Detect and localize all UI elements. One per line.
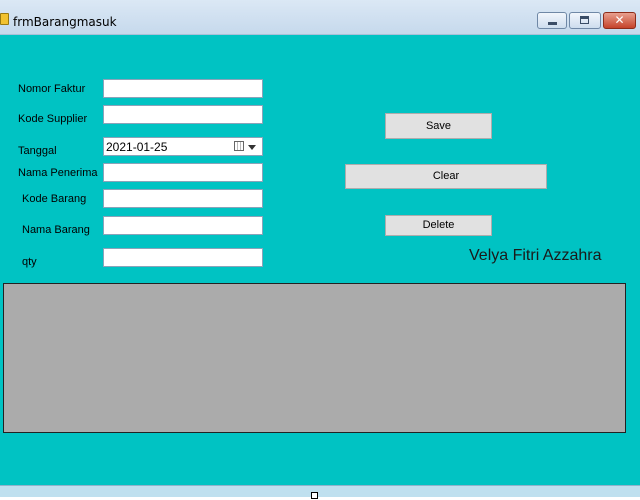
chevron-down-icon[interactable] (248, 145, 256, 150)
label-kode-supplier: Kode Supplier (18, 113, 88, 125)
minimize-icon (548, 22, 557, 25)
resize-handle-icon[interactable] (311, 492, 318, 499)
label-kode-barang: Kode Barang (22, 193, 87, 205)
nama-barang-input[interactable] (103, 216, 263, 235)
save-button[interactable]: Save (385, 113, 492, 139)
app-window: frmBarangmasuk ✕ Nomor Faktur Kode Suppl… (0, 0, 640, 497)
label-nama-barang: Nama Barang (22, 224, 90, 236)
nama-penerima-input[interactable] (103, 163, 263, 182)
label-qty: qty (22, 256, 37, 268)
delete-button[interactable]: Delete (385, 215, 492, 236)
form-client-area: Nomor Faktur Kode Supplier Tanggal 2021-… (0, 35, 640, 485)
label-tanggal: Tanggal (18, 145, 57, 157)
title-bar[interactable]: frmBarangmasuk ✕ (0, 0, 640, 35)
label-nama-penerima: Nama Penerima (18, 167, 98, 179)
qty-input[interactable] (103, 248, 263, 267)
window-title: frmBarangmasuk (13, 15, 117, 29)
window-bottom-border (0, 485, 640, 497)
tanggal-date-picker[interactable]: 2021-01-25 (103, 137, 263, 156)
form-icon (0, 13, 9, 25)
author-name-label: Velya Fitri Azzahra (469, 247, 602, 264)
data-grid-view[interactable] (3, 283, 626, 433)
kode-supplier-input[interactable] (103, 105, 263, 124)
kode-barang-input[interactable] (103, 189, 263, 208)
nomor-faktur-input[interactable] (103, 79, 263, 98)
minimize-button[interactable] (537, 12, 567, 29)
maximize-icon (580, 16, 589, 24)
label-nomor-faktur: Nomor Faktur (18, 83, 86, 95)
close-button[interactable]: ✕ (603, 12, 636, 29)
maximize-button[interactable] (569, 12, 601, 29)
close-icon: ✕ (614, 13, 625, 27)
tanggal-value: 2021-01-25 (106, 140, 168, 154)
clear-button[interactable]: Clear (345, 164, 547, 189)
calendar-icon[interactable] (234, 141, 244, 151)
